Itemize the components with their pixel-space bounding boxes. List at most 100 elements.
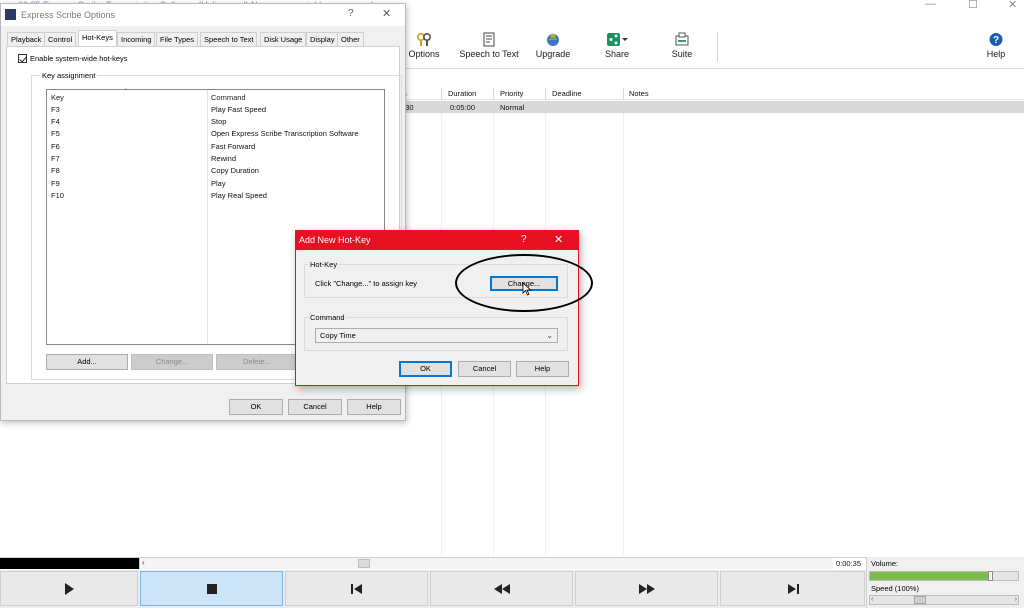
maximize-icon[interactable]: ☐: [968, 0, 978, 11]
play-button[interactable]: [0, 571, 138, 606]
mouse-cursor-icon: [522, 282, 532, 296]
seek-thumb[interactable]: [358, 559, 370, 568]
assign-key-instruction: Click "Change..." to assign key: [315, 279, 418, 288]
list-item-key[interactable]: F5: [51, 129, 60, 138]
hotkey-ok-button[interactable]: OK: [399, 361, 452, 377]
volume-slider[interactable]: [869, 571, 1019, 581]
list-item-key[interactable]: F4: [51, 117, 60, 126]
command-group: Command Copy Time ⌄: [304, 313, 568, 351]
speed-right-arrow-icon[interactable]: ›: [1015, 596, 1017, 603]
upgrade-icon: [547, 33, 559, 46]
list-item-command[interactable]: Open Express Scribe Transcription Softwa…: [211, 129, 359, 138]
help-icon: ?: [989, 33, 1003, 46]
add-hotkey-title: Add New Hot-Key: [299, 235, 371, 245]
transport-controls: [0, 570, 866, 608]
list-item-command[interactable]: Play Real Speed: [211, 191, 267, 200]
tab-other[interactable]: Other: [337, 32, 364, 46]
options-cancel-button[interactable]: Cancel: [288, 399, 342, 415]
list-item-key[interactable]: F8: [51, 166, 60, 175]
col-separator: [623, 88, 624, 100]
key-assignment-label: Key assignment: [40, 71, 98, 80]
delete-hotkey-button[interactable]: Delete...: [216, 354, 298, 370]
close-icon[interactable]: ✕: [1008, 0, 1017, 11]
col-header-deadline[interactable]: Deadline: [552, 89, 582, 98]
tab-disk-usage[interactable]: Disk Usage: [260, 32, 307, 46]
hotkey-cancel-button[interactable]: Cancel: [458, 361, 511, 377]
toolbar-speech-to-text-button[interactable]: Speech to Text: [455, 24, 523, 68]
skip-to-start-icon: [350, 583, 362, 594]
add-hotkey-close-icon[interactable]: ✕: [554, 233, 563, 246]
list-item-key[interactable]: F3: [51, 105, 60, 114]
command-select[interactable]: Copy Time ⌄: [315, 328, 558, 343]
speech-to-text-icon: [483, 32, 495, 47]
list-item-key[interactable]: F9: [51, 179, 60, 188]
command-column-header[interactable]: Command: [211, 93, 246, 102]
list-item-command[interactable]: Play: [211, 179, 226, 188]
toolbar-help-button[interactable]: ? Help: [980, 24, 1012, 68]
options-ok-button[interactable]: OK: [229, 399, 283, 415]
tab-playback[interactable]: Playback: [7, 32, 46, 46]
seek-left-arrow-icon[interactable]: ‹: [142, 558, 145, 567]
tab-file-types[interactable]: File Types: [156, 32, 199, 46]
toolbar-options-button[interactable]: Options: [405, 24, 443, 68]
column-gridline: [623, 113, 624, 555]
list-item-command[interactable]: Play Fast Speed: [211, 105, 266, 114]
command-select-value: Copy Time: [320, 331, 356, 340]
add-hotkey-titlebar[interactable]: Add New Hot-Key ? ✕: [296, 231, 578, 250]
col-separator: [441, 88, 442, 100]
seek-track[interactable]: [139, 558, 833, 569]
list-item-command[interactable]: Stop: [211, 117, 226, 126]
toolbar-suite-label: Suite: [671, 49, 693, 59]
toolbar-share-label: Share: [604, 49, 630, 59]
add-hotkey-help-icon[interactable]: ?: [521, 234, 527, 245]
col-header-priority[interactable]: Priority: [500, 89, 523, 98]
options-help-icon[interactable]: ?: [348, 8, 354, 19]
tab-speech-to-text[interactable]: Speech to Text: [200, 32, 258, 46]
fast-forward-button[interactable]: [575, 571, 718, 606]
speed-slider[interactable]: ‹ ›: [869, 595, 1019, 605]
play-icon: [65, 582, 74, 595]
stop-button[interactable]: [140, 571, 283, 606]
toolbar-share-button[interactable]: Share: [600, 24, 634, 68]
skip-to-end-icon: [787, 583, 799, 594]
skip-to-end-button[interactable]: [720, 571, 865, 606]
options-close-icon[interactable]: ✕: [382, 7, 391, 20]
list-item-key[interactable]: F7: [51, 154, 60, 163]
share-icon: [607, 33, 628, 46]
options-icon: [416, 32, 432, 46]
list-item-command[interactable]: Copy Duration: [211, 166, 259, 175]
tab-incoming[interactable]: Incoming: [117, 32, 156, 46]
checkbox-checked-icon[interactable]: [18, 54, 27, 63]
rewind-icon: [493, 583, 510, 594]
hotkey-help-button[interactable]: Help: [516, 361, 569, 377]
toolbar-upgrade-button[interactable]: Upgrade: [532, 24, 574, 68]
options-help-button[interactable]: Help: [347, 399, 401, 415]
speed-left-arrow-icon[interactable]: ‹: [871, 596, 873, 603]
list-item-key[interactable]: F10: [51, 191, 64, 200]
col-separator: [545, 88, 546, 100]
volume-fill: [870, 572, 991, 580]
tab-control[interactable]: Control: [44, 32, 77, 46]
rewind-button[interactable]: [430, 571, 573, 606]
col-header-notes[interactable]: Notes: [629, 89, 649, 98]
toolbar-suite-button[interactable]: Suite: [667, 24, 697, 68]
hotkey-group-label: Hot-Key: [309, 260, 339, 269]
speed-thumb[interactable]: [914, 596, 926, 604]
seek-bar[interactable]: ‹ 0:00:35: [0, 557, 866, 569]
tab-display[interactable]: Display: [306, 32, 339, 46]
col-header-duration[interactable]: Duration: [448, 89, 476, 98]
tab-hot-keys[interactable]: Hot-Keys: [78, 30, 117, 46]
volume-thumb[interactable]: [988, 571, 993, 581]
enable-hotkeys-checkbox[interactable]: Enable system-wide hot-keys: [18, 54, 128, 63]
file-list-row[interactable]: 1:30 0:05:00 Normal: [395, 101, 1024, 113]
key-column-header[interactable]: Key: [51, 93, 64, 102]
options-titlebar[interactable]: Express Scribe Options ? ✕: [1, 4, 405, 26]
minimize-icon[interactable]: —: [925, 0, 936, 10]
change-hotkey-button[interactable]: Change...: [131, 354, 213, 370]
list-item-command[interactable]: Fast Forward: [211, 142, 255, 151]
list-item-command[interactable]: Rewind: [211, 154, 236, 163]
skip-to-start-button[interactable]: [285, 571, 428, 606]
list-item-key[interactable]: F6: [51, 142, 60, 151]
add-hotkey-button[interactable]: Add...: [46, 354, 128, 370]
column-separator: [207, 90, 208, 344]
